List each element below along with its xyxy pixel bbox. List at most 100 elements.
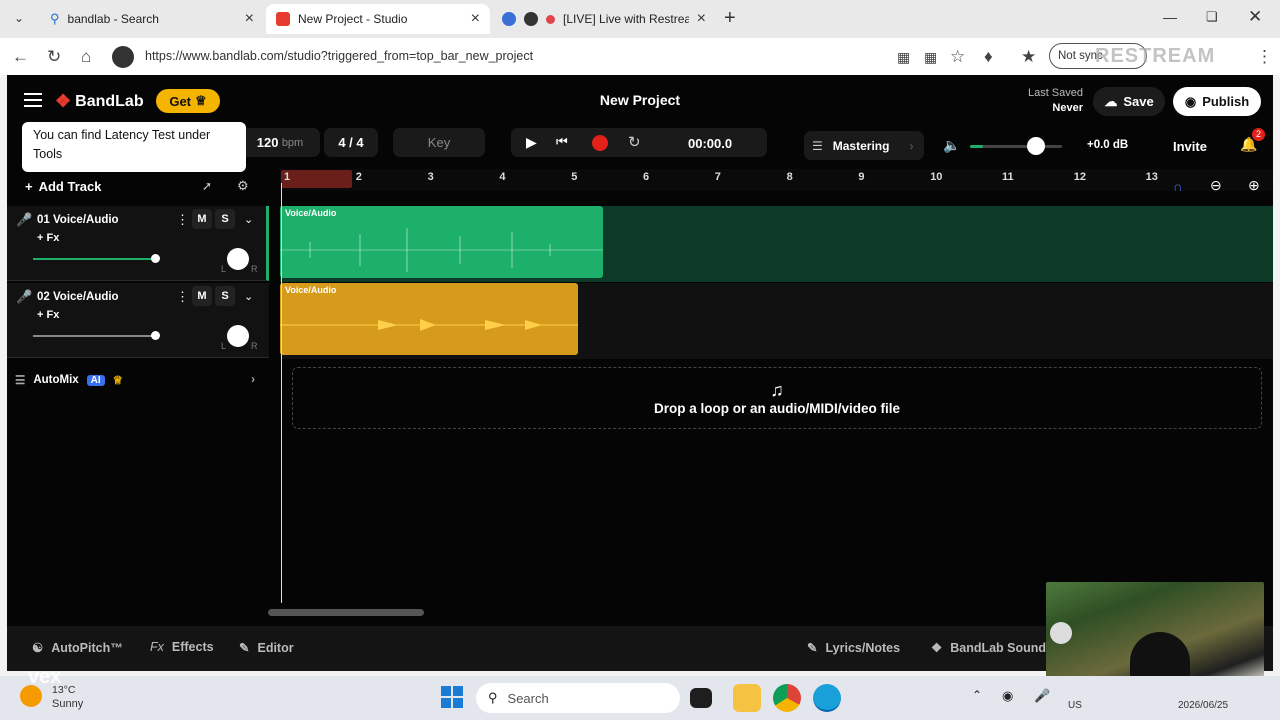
track-volume-knob[interactable]: [151, 254, 160, 263]
mute-button[interactable]: M: [192, 209, 212, 229]
time-signature-field[interactable]: 4 / 4: [324, 128, 378, 157]
skip-to-start-icon[interactable]: ⏮: [556, 134, 568, 150]
time-signature-value: 4 / 4: [338, 135, 364, 150]
automation-icon[interactable]: ➚: [202, 179, 212, 193]
track-lane-2[interactable]: Voice/Audio: [280, 283, 1273, 359]
apps-icon[interactable]: ▦: [924, 49, 937, 66]
timeline-area[interactable]: 1 2 3 4 5 6 7 8 9 10 11 12 13 Voice/Audio Voice/Audi…: [268, 169, 1273, 616]
new-tab-icon[interactable]: +: [724, 7, 736, 30]
solo-button[interactable]: S: [215, 209, 235, 229]
minimize-icon[interactable]: —: [1163, 9, 1177, 25]
close-tab-icon[interactable]: ×: [245, 10, 254, 28]
publish-button[interactable]: ◉ Publish: [1173, 87, 1261, 116]
bandlab-sounds-button[interactable]: ❖ BandLab Sounds: [931, 640, 1053, 656]
playhead[interactable]: [281, 183, 282, 603]
language-indicator[interactable]: US: [1068, 700, 1082, 711]
expand-chevron-icon[interactable]: ⌄: [244, 290, 253, 303]
task-view-icon[interactable]: [690, 688, 712, 708]
plus-icon: +: [25, 179, 33, 194]
zoom-in-icon[interactable]: ⊕: [1248, 177, 1260, 194]
track-volume-knob[interactable]: [151, 331, 160, 340]
track-volume-slider[interactable]: [33, 335, 153, 337]
record-icon[interactable]: [592, 135, 608, 151]
tab-new-project-studio[interactable]: New Project - Studio ×: [266, 4, 490, 34]
solo-button[interactable]: S: [215, 286, 235, 306]
tempo-field[interactable]: 120 bpm: [240, 128, 320, 157]
site-mic-icon[interactable]: [112, 46, 134, 68]
network-icon[interactable]: ◉: [1002, 688, 1013, 704]
tab-list-chevron-icon[interactable]: ⌄: [14, 11, 24, 25]
ruler-bar-1: 1: [284, 171, 291, 183]
track-header-1[interactable]: 🎤 01 Voice/Audio + Fx ⋮ M S ⌄ L R: [7, 206, 269, 281]
add-fx-button[interactable]: + Fx: [37, 309, 59, 321]
mute-button[interactable]: M: [192, 286, 212, 306]
audio-clip[interactable]: Voice/Audio: [280, 283, 578, 355]
close-tab-icon[interactable]: ×: [471, 10, 480, 28]
track-header-2[interactable]: 🎤 02 Voice/Audio + Fx ⋮ M S ⌄ L R: [7, 283, 269, 358]
drop-zone[interactable]: ♫ Drop a loop or an audio/MIDI/video fil…: [292, 367, 1262, 429]
file-explorer-icon[interactable]: [733, 684, 761, 712]
tab-restream-live[interactable]: [LIVE] Live with Restream, ×: [492, 4, 716, 34]
lyrics-notes-button[interactable]: ✎ Lyrics/Notes: [807, 640, 900, 656]
taskbar-search[interactable]: ⚲ Search: [476, 683, 680, 713]
search-icon: ⚲: [488, 690, 498, 705]
tray-chevron-icon[interactable]: ⌃: [972, 688, 982, 702]
ruler-bar-4: 4: [499, 171, 506, 183]
master-volume-knob[interactable]: [1027, 137, 1046, 155]
snap-magnet-icon[interactable]: ∩: [1173, 179, 1182, 194]
volume-db-readout: +0.0 dB: [1087, 139, 1129, 151]
pan-knob[interactable]: [227, 325, 249, 347]
speaker-icon[interactable]: 🔈: [943, 137, 960, 154]
track-name[interactable]: 02 Voice/Audio: [37, 291, 119, 303]
track-lane-1[interactable]: Voice/Audio: [280, 206, 1273, 282]
reload-icon[interactable]: ↻: [47, 47, 61, 67]
url-field[interactable]: https://www.bandlab.com/studio?triggered…: [145, 43, 885, 69]
effects-button[interactable]: Fx Effects: [150, 640, 214, 654]
play-icon[interactable]: ▶: [526, 134, 537, 151]
browser-tab-bar: ⌄ ⚲ bandlab - Search × New Project - Stu…: [0, 0, 1280, 38]
restore-icon[interactable]: ❏: [1206, 9, 1218, 25]
home-icon[interactable]: ⌂: [81, 47, 91, 67]
master-volume-slider[interactable]: [970, 137, 1062, 155]
edge-icon[interactable]: [813, 684, 841, 712]
ruler-bar-5: 5: [571, 171, 578, 183]
favorite-star-icon[interactable]: ☆: [950, 47, 965, 67]
mastering-button[interactable]: ☰ Mastering ›: [804, 131, 924, 160]
add-track-button[interactable]: + Add Track: [25, 179, 101, 194]
expand-chevron-icon[interactable]: ⌄: [244, 213, 253, 226]
add-fx-button[interactable]: + Fx: [37, 232, 59, 244]
track-name[interactable]: 01 Voice/Audio: [37, 214, 119, 226]
project-title[interactable]: New Project: [7, 92, 1273, 108]
key-field[interactable]: Key: [393, 128, 485, 157]
editor-button[interactable]: ✎ Editor: [239, 640, 294, 656]
track-volume-slider[interactable]: [33, 258, 153, 260]
close-tab-icon[interactable]: ×: [697, 10, 706, 28]
more-options-icon[interactable]: ⋮: [1256, 47, 1273, 67]
invite-button[interactable]: Invite: [1173, 139, 1207, 154]
horizontal-scrollbar[interactable]: [268, 609, 424, 616]
tab-bandlab-search[interactable]: ⚲ bandlab - Search ×: [40, 4, 264, 34]
automix-row[interactable]: ☰ AutoMix AI ♕ ›: [7, 365, 269, 395]
autopitch-button[interactable]: ☯ AutoPitch™: [32, 640, 123, 656]
save-button[interactable]: ☁ Save: [1093, 87, 1165, 116]
close-window-icon[interactable]: ✕: [1248, 7, 1262, 27]
favorites-icon[interactable]: ★: [1021, 47, 1036, 67]
address-bar-row: ← ↻ ⌂ https://www.bandlab.com/studio?tri…: [0, 38, 1280, 75]
mic-tray-icon[interactable]: 🎤: [1034, 688, 1050, 704]
zoom-out-icon[interactable]: ⊖: [1210, 177, 1222, 194]
tray-date[interactable]: 2026/06/25: [1178, 700, 1228, 711]
windows-start-icon[interactable]: [441, 686, 463, 708]
track-menu-icon[interactable]: ⋮: [176, 212, 189, 228]
track-settings-icon[interactable]: ⚙: [237, 178, 249, 194]
audio-clip[interactable]: Voice/Audio: [280, 206, 603, 278]
pan-knob[interactable]: [227, 248, 249, 270]
reader-icon[interactable]: ▦: [897, 49, 910, 66]
search-icon: ⚲: [50, 11, 60, 26]
chrome-icon[interactable]: [773, 684, 801, 712]
extensions-icon[interactable]: ♦: [984, 47, 993, 67]
ruler-bar-7: 7: [714, 171, 721, 183]
loop-icon[interactable]: ↻: [628, 133, 641, 151]
track-menu-icon[interactable]: ⋮: [176, 289, 189, 305]
loop-region[interactable]: [281, 170, 352, 188]
back-icon[interactable]: ←: [12, 47, 29, 67]
